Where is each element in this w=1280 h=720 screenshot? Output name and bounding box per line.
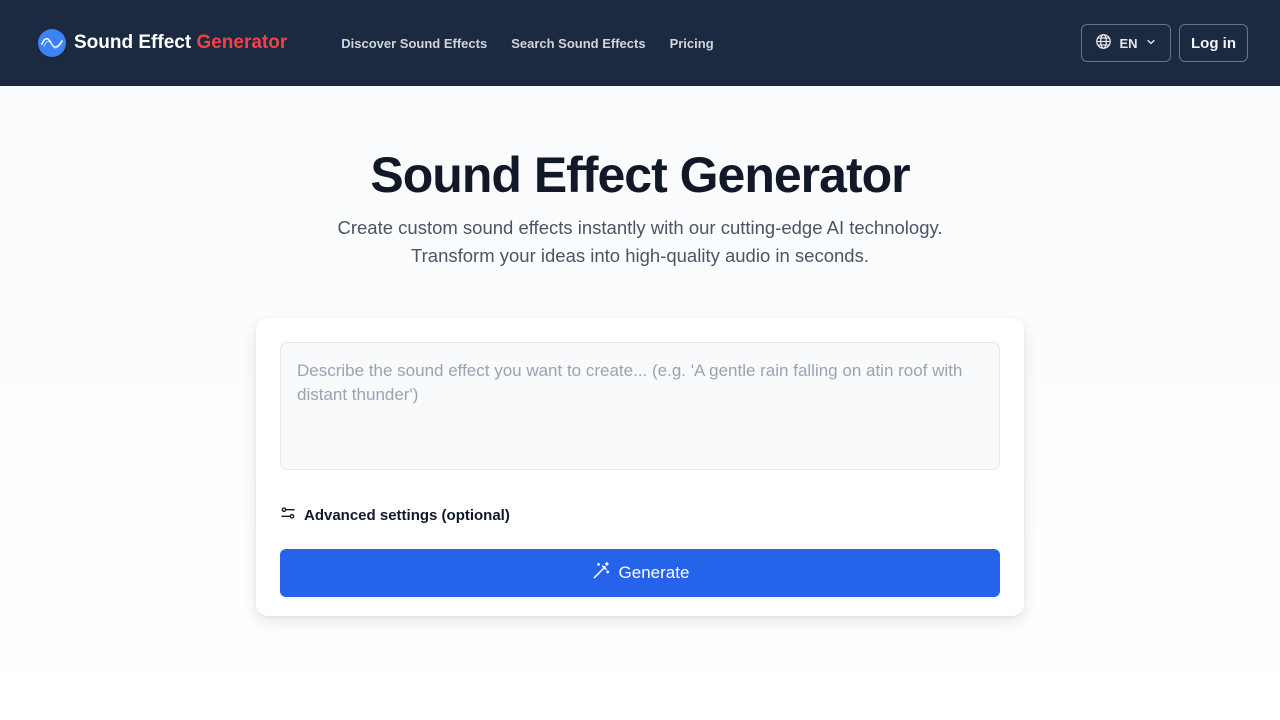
magic-wand-icon xyxy=(591,561,611,586)
advanced-settings-label: Advanced settings (optional) xyxy=(304,506,510,524)
brand-name-accent: Generator xyxy=(196,32,288,53)
top-navbar: Sound Effect Generator Discover Sound Ef… xyxy=(0,0,1280,86)
chevron-down-icon xyxy=(1145,36,1157,51)
subtitle-line-1: Create custom sound effects instantly wi… xyxy=(337,217,943,238)
page-title: Sound Effect Generator xyxy=(370,147,910,203)
nav-search-sound-effects[interactable]: Search Sound Effects xyxy=(511,36,645,51)
advanced-settings-toggle[interactable]: Advanced settings (optional) xyxy=(280,505,1000,525)
brand-name: Sound Effect Generator xyxy=(74,32,287,54)
page-subtitle: Create custom sound effects instantly wi… xyxy=(0,214,1280,270)
main-nav: Discover Sound Effects Search Sound Effe… xyxy=(341,36,713,51)
nav-discover-sound-effects[interactable]: Discover Sound Effects xyxy=(341,36,487,51)
nav-pricing[interactable]: Pricing xyxy=(670,36,714,51)
sound-description-input[interactable] xyxy=(280,342,1000,470)
brand-logo-link[interactable]: Sound Effect Generator xyxy=(38,29,287,57)
brand-name-main: Sound Effect xyxy=(74,32,192,53)
header-actions: EN Log in xyxy=(1081,24,1248,62)
language-label: EN xyxy=(1119,35,1138,51)
login-button[interactable]: Log in xyxy=(1179,24,1248,62)
sliders-icon xyxy=(280,505,296,525)
generate-button[interactable]: Generate xyxy=(280,549,1000,597)
language-selector[interactable]: EN xyxy=(1081,24,1171,62)
waveform-icon xyxy=(38,29,66,57)
generator-card: Advanced settings (optional) Generate xyxy=(256,318,1024,616)
generate-label: Generate xyxy=(618,563,690,582)
globe-icon xyxy=(1095,33,1112,53)
subtitle-line-2: Transform your ideas into high-quality a… xyxy=(411,245,869,266)
